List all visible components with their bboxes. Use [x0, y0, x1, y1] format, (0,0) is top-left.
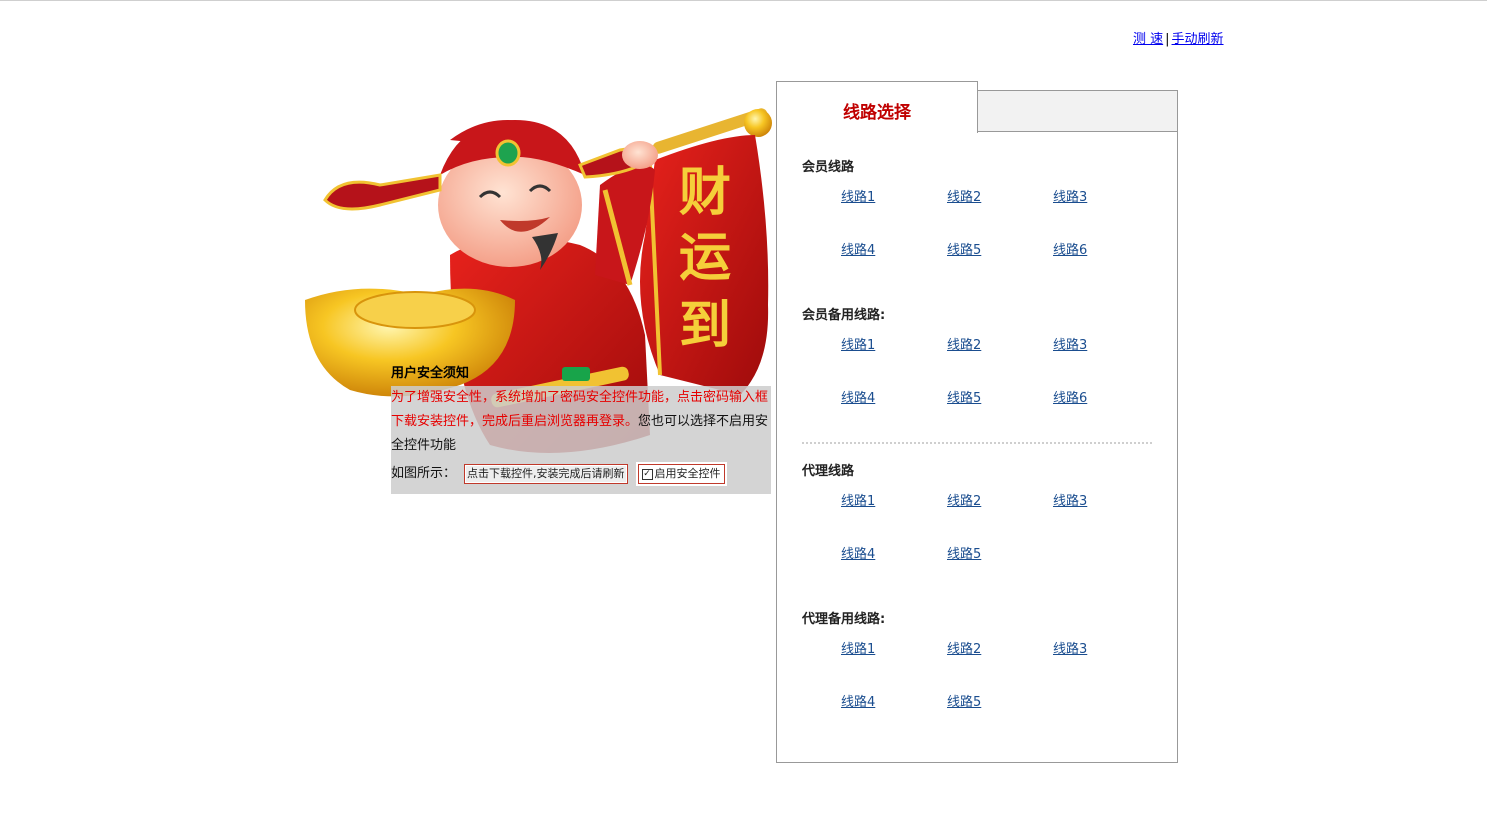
member-backup-line-4-link[interactable]: 线路4: [841, 387, 875, 406]
enable-control-option[interactable]: ✓ 启用安全控件: [637, 464, 725, 484]
hat-wing-left: [323, 173, 442, 211]
notice-title: 用户安全须知: [391, 366, 470, 381]
agent-line-5-link[interactable]: 线路5: [947, 543, 981, 562]
member-backup-line-5-link[interactable]: 线路5: [947, 387, 981, 406]
tab-line-select[interactable]: 线路选择: [776, 81, 978, 133]
banner-char-1: 财: [679, 162, 731, 223]
notice-body: 为了增强安全性，系统增加了密码安全控件功能，点击密码输入框下载安装控件，完成后重…: [391, 386, 771, 494]
tab-line-select-label: 线路选择: [843, 103, 911, 123]
section-divider: [802, 442, 1152, 444]
example-label: 如图所示：: [391, 466, 457, 481]
agent-backup-lines-title: 代理备用线路:: [802, 612, 886, 627]
hat-jewel: [495, 139, 521, 167]
member-line-4-link[interactable]: 线路4: [841, 239, 875, 258]
top-links-separator: |: [1165, 32, 1170, 47]
speed-test-link[interactable]: 测 速: [1133, 32, 1163, 47]
agent-line-3-link[interactable]: 线路3: [1053, 490, 1087, 509]
agent-backup-line-5-link[interactable]: 线路5: [947, 691, 981, 710]
member-line-1-link[interactable]: 线路1: [841, 186, 875, 205]
agent-line-2-link[interactable]: 线路2: [947, 490, 981, 509]
agent-line-4-link[interactable]: 线路4: [841, 543, 875, 562]
agent-backup-line-1-link[interactable]: 线路1: [841, 638, 875, 657]
agent-line-1-link[interactable]: 线路1: [841, 490, 875, 509]
top-links: 测 速 | 手动刷新: [1133, 28, 1224, 47]
pole-knob: [744, 109, 772, 137]
member-line-6-link[interactable]: 线路6: [1053, 239, 1087, 258]
banner-char-2: 运: [679, 227, 731, 288]
agent-backup-line-2-link[interactable]: 线路2: [947, 638, 981, 657]
member-backup-line-3-link[interactable]: 线路3: [1053, 334, 1087, 353]
tab-bar-empty: [977, 91, 1177, 132]
security-notice: 用户安全须知 为了增强安全性，系统增加了密码安全控件功能，点击密码输入框下载安装…: [391, 362, 771, 494]
banner-char-3: 到: [679, 295, 731, 356]
member-backup-line-1-link[interactable]: 线路1: [841, 334, 875, 353]
top-border: [0, 0, 1487, 1]
member-backup-line-6-link[interactable]: 线路6: [1053, 387, 1087, 406]
member-line-5-link[interactable]: 线路5: [947, 239, 981, 258]
member-line-3-link[interactable]: 线路3: [1053, 186, 1087, 205]
member-line-2-link[interactable]: 线路2: [947, 186, 981, 205]
agent-backup-line-4-link[interactable]: 线路4: [841, 691, 875, 710]
agent-backup-line-3-link[interactable]: 线路3: [1053, 638, 1087, 657]
enable-control-label: 启用安全控件: [654, 467, 721, 480]
member-lines-title: 会员线路: [802, 160, 855, 175]
member-backup-line-2-link[interactable]: 线路2: [947, 334, 981, 353]
ingot-top: [354, 291, 476, 329]
download-control-button[interactable]: 点击下载控件,安装完成后请刷新: [464, 464, 628, 484]
manual-refresh-link[interactable]: 手动刷新: [1172, 32, 1224, 47]
enable-control-checkbox[interactable]: ✓: [641, 468, 653, 480]
hand: [622, 141, 658, 169]
member-backup-lines-title: 会员备用线路:: [802, 308, 886, 323]
agent-lines-title: 代理线路: [802, 464, 855, 479]
notice-example-row: 如图所示： 点击下载控件,安装完成后请刷新 ✓ 启用安全控件: [391, 458, 771, 490]
